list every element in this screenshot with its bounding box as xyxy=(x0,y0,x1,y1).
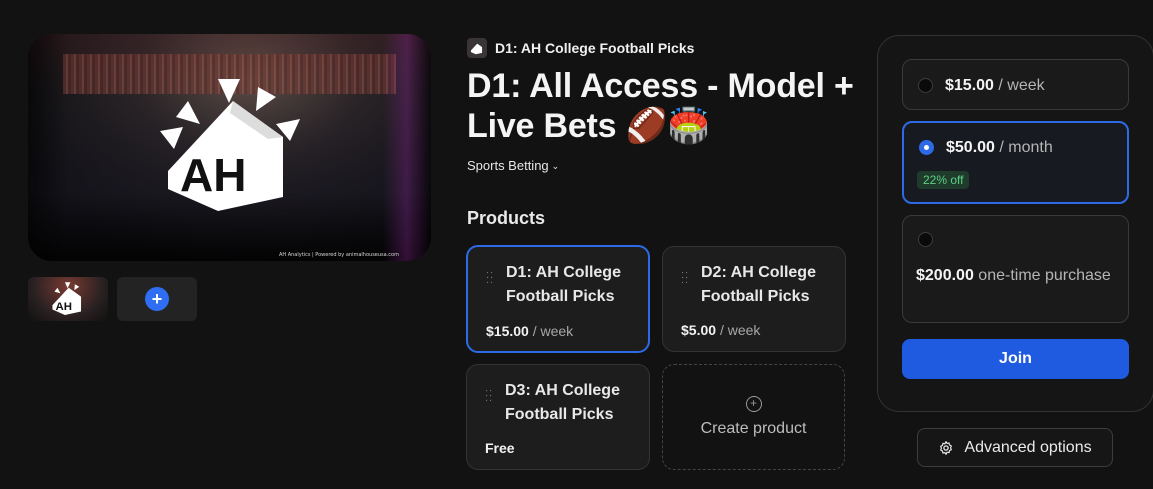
product-name: D2: AH College Football Picks xyxy=(701,264,816,305)
media-thumbnail[interactable]: AH xyxy=(28,277,108,321)
price-option-text: $15.00 / week xyxy=(945,77,1045,95)
price-option-text: $50.00 / month xyxy=(946,139,1053,157)
product-card-d2[interactable]: :::: D2: AH College Football Picks $5.00… xyxy=(662,246,846,352)
product-card-d3[interactable]: :::: D3: AH College Football Picks Free xyxy=(466,364,650,470)
media-thumbnails: AH + xyxy=(28,277,197,321)
products-heading: Products xyxy=(467,208,546,228)
advanced-options-label: Advanced options xyxy=(964,438,1092,456)
drag-handle-icon[interactable]: :::: xyxy=(485,388,493,404)
ah-house-logo-icon xyxy=(470,43,483,55)
discount-badge: 22% off xyxy=(917,171,970,189)
brand-avatar xyxy=(467,38,487,58)
advanced-options-button[interactable]: Advanced options xyxy=(917,428,1113,467)
price-option-monthly[interactable]: $50.00 / month 22% off xyxy=(902,121,1129,204)
price-amount: $200.00 xyxy=(916,267,974,284)
product-price: $15.00 / week xyxy=(486,323,573,339)
category-label: Sports Betting xyxy=(467,158,549,173)
svg-text:AH: AH xyxy=(180,149,246,201)
plus-icon: + xyxy=(145,287,169,311)
product-card-d1[interactable]: :::: D1: AH College Football Picks $15.0… xyxy=(466,245,650,353)
price-period: / week xyxy=(719,322,761,338)
create-product-button[interactable]: + Create product xyxy=(662,364,845,470)
product-title: D1: All Access - Model + Live Bets 🏈🏟️ xyxy=(467,67,854,145)
price-option-weekly[interactable]: $15.00 / week xyxy=(902,59,1129,110)
price-option-text: $200.00 one-time purchase xyxy=(916,264,1116,288)
drag-handle-icon[interactable]: :::: xyxy=(486,270,494,286)
ah-house-logo: AH xyxy=(160,79,300,211)
radio-button[interactable] xyxy=(919,140,934,155)
create-product-label: Create product xyxy=(700,420,807,437)
drag-handle-icon[interactable]: :::: xyxy=(681,270,689,286)
svg-text:AH: AH xyxy=(55,301,71,313)
price-period: / week xyxy=(532,323,574,339)
brand-name[interactable]: D1: AH College Football Picks xyxy=(495,40,694,56)
gear-icon xyxy=(940,440,953,455)
ah-house-logo-small: AH xyxy=(52,282,82,316)
price-amount: $5.00 xyxy=(681,322,717,338)
category-dropdown[interactable]: Sports Betting ⌄ xyxy=(467,158,559,173)
join-button[interactable]: Join xyxy=(902,339,1129,379)
plus-circle-icon: + xyxy=(745,396,762,412)
price-period: / week xyxy=(993,77,1045,94)
product-price: $5.00 / week xyxy=(681,322,760,338)
brand-row: D1: AH College Football Picks xyxy=(467,38,694,58)
price-amount: $50.00 xyxy=(946,139,995,156)
radio-button[interactable] xyxy=(918,232,933,247)
price-amount: $15.00 xyxy=(486,323,529,339)
product-name: D1: AH College Football Picks xyxy=(506,264,621,305)
hero-image[interactable]: AH AH Analytics | Powered by animalhouse… xyxy=(28,34,431,261)
add-media-button[interactable]: + xyxy=(117,277,197,321)
price-period: / month xyxy=(994,139,1053,156)
price-amount: $15.00 xyxy=(945,77,994,94)
product-name: D3: AH College Football Picks xyxy=(505,382,620,423)
chevron-down-icon: ⌄ xyxy=(551,161,560,171)
price-amount: Free xyxy=(485,440,515,456)
price-option-onetime[interactable]: $200.00 one-time purchase xyxy=(902,215,1129,323)
price-period: one-time purchase xyxy=(973,267,1111,284)
product-price: Free xyxy=(485,440,515,456)
radio-button[interactable] xyxy=(918,78,933,93)
hero-caption: AH Analytics | Powered by animalhouseusa… xyxy=(278,252,399,258)
